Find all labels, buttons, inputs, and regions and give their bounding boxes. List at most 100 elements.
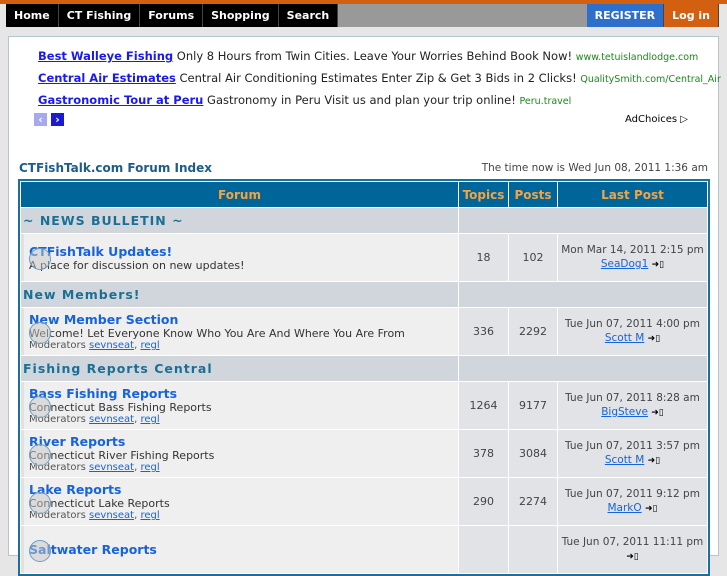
last-post-user-link[interactable]: Scott M <box>605 454 645 466</box>
last-post: Tue Jun 07, 2011 11:11 pm ➜▯ <box>558 526 707 573</box>
ad-url[interactable]: Peru.travel <box>520 96 572 107</box>
moderators: Moderators sevnseat, regl <box>29 340 160 351</box>
forum-description: Connecticut Lake Reports <box>29 497 170 510</box>
forum-description: Welcome! Let Everyone Know Who You Are A… <box>29 327 405 340</box>
moderator-link[interactable]: sevnseat <box>89 340 134 351</box>
ad-next-arrow-icon[interactable]: › <box>51 113 64 126</box>
current-time: The time now is Wed Jun 08, 2011 1:36 am <box>481 162 708 174</box>
ad-text: Gastronomy in Peru Visit us and plan you… <box>207 93 516 107</box>
forum-row: Lake Reports Connecticut Lake Reports Mode… <box>21 478 707 525</box>
forum-name-link[interactable]: Lake Reports <box>29 482 458 497</box>
topics-count <box>459 526 508 573</box>
ad-title-link[interactable]: Gastronomic Tour at Peru <box>38 93 203 107</box>
ad-url[interactable]: QualitySmith.com/Central_Air <box>580 74 721 85</box>
moderators: Moderators sevnseat, regl <box>29 414 160 425</box>
go-to-post-icon[interactable]: ➜▯ <box>652 260 665 270</box>
moderator-link[interactable]: regl <box>140 340 159 351</box>
forum-cell: CTFishTalk Updates! A place for discussio… <box>21 234 458 281</box>
adchoices-label: AdChoices <box>625 114 678 125</box>
last-post-date: Mon Mar 14, 2011 2:15 pm <box>561 244 704 256</box>
forum-row: Bass Fishing Reports Connecticut Bass Fis… <box>21 382 707 429</box>
moderator-link[interactable]: regl <box>140 414 159 425</box>
moderator-link[interactable]: regl <box>140 510 159 521</box>
moderators: Moderators sevnseat, regl <box>29 462 160 473</box>
go-to-post-icon[interactable]: ➜▯ <box>645 504 658 514</box>
forum-cell: River Reports Connecticut River Fishing R… <box>21 430 458 477</box>
last-post-date: Tue Jun 07, 2011 8:28 am <box>565 392 700 404</box>
nav-home[interactable]: Home <box>6 4 59 27</box>
forum-name-link[interactable]: New Member Section <box>29 312 458 327</box>
posts-count: 3084 <box>509 430 557 477</box>
ad-line: Best Walleye Fishing Only 8 Hours from T… <box>38 49 698 63</box>
forum-name-link[interactable]: Saltwater Reports <box>29 542 458 557</box>
posts-count: 2292 <box>509 308 557 355</box>
ad-title-link[interactable]: Central Air Estimates <box>38 71 176 85</box>
category-row: New Members! <box>21 282 707 307</box>
content-panel: Best Walleye Fishing Only 8 Hours from T… <box>8 36 721 576</box>
topics-count: 378 <box>459 430 508 477</box>
last-post: Tue Jun 07, 2011 8:28 am BigSteve ➜▯ <box>558 382 707 429</box>
ad-prev-arrow-icon[interactable]: ‹ <box>34 113 47 126</box>
header-forum: Forum <box>21 182 458 207</box>
topics-count: 336 <box>459 308 508 355</box>
nav-search[interactable]: Search <box>278 4 339 27</box>
forum-description: Connecticut River Fishing Reports <box>29 449 215 462</box>
go-to-post-icon[interactable]: ➜▯ <box>651 408 664 418</box>
nav-ct-fishing[interactable]: CT Fishing <box>58 4 141 27</box>
go-to-post-icon[interactable]: ➜▯ <box>648 456 661 466</box>
main-nav: Home CT Fishing Forums Shopping Search R… <box>6 4 719 27</box>
adchoices-link[interactable]: AdChoices ▷ <box>625 114 688 125</box>
category-title[interactable]: Fishing Reports Central <box>21 356 458 381</box>
ad-title-link[interactable]: Best Walleye Fishing <box>38 49 173 63</box>
posts-count: 102 <box>509 234 557 281</box>
ad-text: Only 8 Hours from Twin Cities. Leave You… <box>176 49 573 63</box>
moderator-link[interactable]: sevnseat <box>89 414 134 425</box>
forum-status-icon <box>29 322 51 344</box>
topics-count: 18 <box>459 234 508 281</box>
last-post-user-link[interactable]: Scott M <box>605 332 645 344</box>
forum-status-icon <box>29 492 51 514</box>
forum-status-icon <box>29 540 51 562</box>
forum-name-link[interactable]: River Reports <box>29 434 458 449</box>
forum-row: New Member Section Welcome! Let Everyone … <box>21 308 707 355</box>
forum-row: CTFishTalk Updates! A place for discussio… <box>21 234 707 281</box>
ad-text: Central Air Conditioning Estimates Enter… <box>179 71 577 85</box>
last-post-user-link[interactable]: SeaDog1 <box>601 258 648 270</box>
topics-count: 1264 <box>459 382 508 429</box>
forum-status-icon <box>29 444 51 466</box>
moderators: Moderators sevnseat, regl <box>29 510 160 521</box>
header-topics: Topics <box>459 182 508 207</box>
moderator-link[interactable]: regl <box>140 462 159 473</box>
nav-shopping[interactable]: Shopping <box>203 4 279 27</box>
category-filler <box>459 356 707 381</box>
header-last-post: Last Post <box>558 182 707 207</box>
topics-count: 290 <box>459 478 508 525</box>
last-post: Tue Jun 07, 2011 9:12 pm MarkO ➜▯ <box>558 478 707 525</box>
forum-name-link[interactable]: CTFishTalk Updates! <box>29 244 458 259</box>
posts-count: 2274 <box>509 478 557 525</box>
forum-description: A place for discussion on new updates! <box>29 258 245 272</box>
moderator-link[interactable]: sevnseat <box>89 510 134 521</box>
ad-url[interactable]: www.tetuislandlodge.com <box>576 52 699 63</box>
ad-line: Gastronomic Tour at Peru Gastronomy in P… <box>38 93 571 107</box>
nav-forums[interactable]: Forums <box>140 4 204 27</box>
category-row: ~ NEWS BULLETIN ~ <box>21 208 707 233</box>
last-post-date: Tue Jun 07, 2011 3:57 pm <box>565 440 700 452</box>
forum-index-link[interactable]: CTFishTalk.com Forum Index <box>19 161 212 175</box>
category-title[interactable]: New Members! <box>21 282 458 307</box>
last-post-date: Tue Jun 07, 2011 4:00 pm <box>565 318 700 330</box>
forum-cell: Bass Fishing Reports Connecticut Bass Fis… <box>21 382 458 429</box>
forum-name-link[interactable]: Bass Fishing Reports <box>29 386 458 401</box>
go-to-post-icon[interactable]: ➜▯ <box>648 334 661 344</box>
category-title[interactable]: ~ NEWS BULLETIN ~ <box>21 208 458 233</box>
register-button[interactable]: REGISTER <box>586 4 665 27</box>
moderator-link[interactable]: sevnseat <box>89 462 134 473</box>
go-to-post-icon[interactable]: ➜▯ <box>626 552 639 562</box>
last-post: Tue Jun 07, 2011 4:00 pm Scott M ➜▯ <box>558 308 707 355</box>
last-post-user-link[interactable]: BigSteve <box>601 406 648 418</box>
last-post-user-link[interactable]: MarkO <box>608 502 642 514</box>
forum-cell: Lake Reports Connecticut Lake Reports Mode… <box>21 478 458 525</box>
login-button[interactable]: Log in <box>664 4 719 27</box>
posts-count: 9177 <box>509 382 557 429</box>
